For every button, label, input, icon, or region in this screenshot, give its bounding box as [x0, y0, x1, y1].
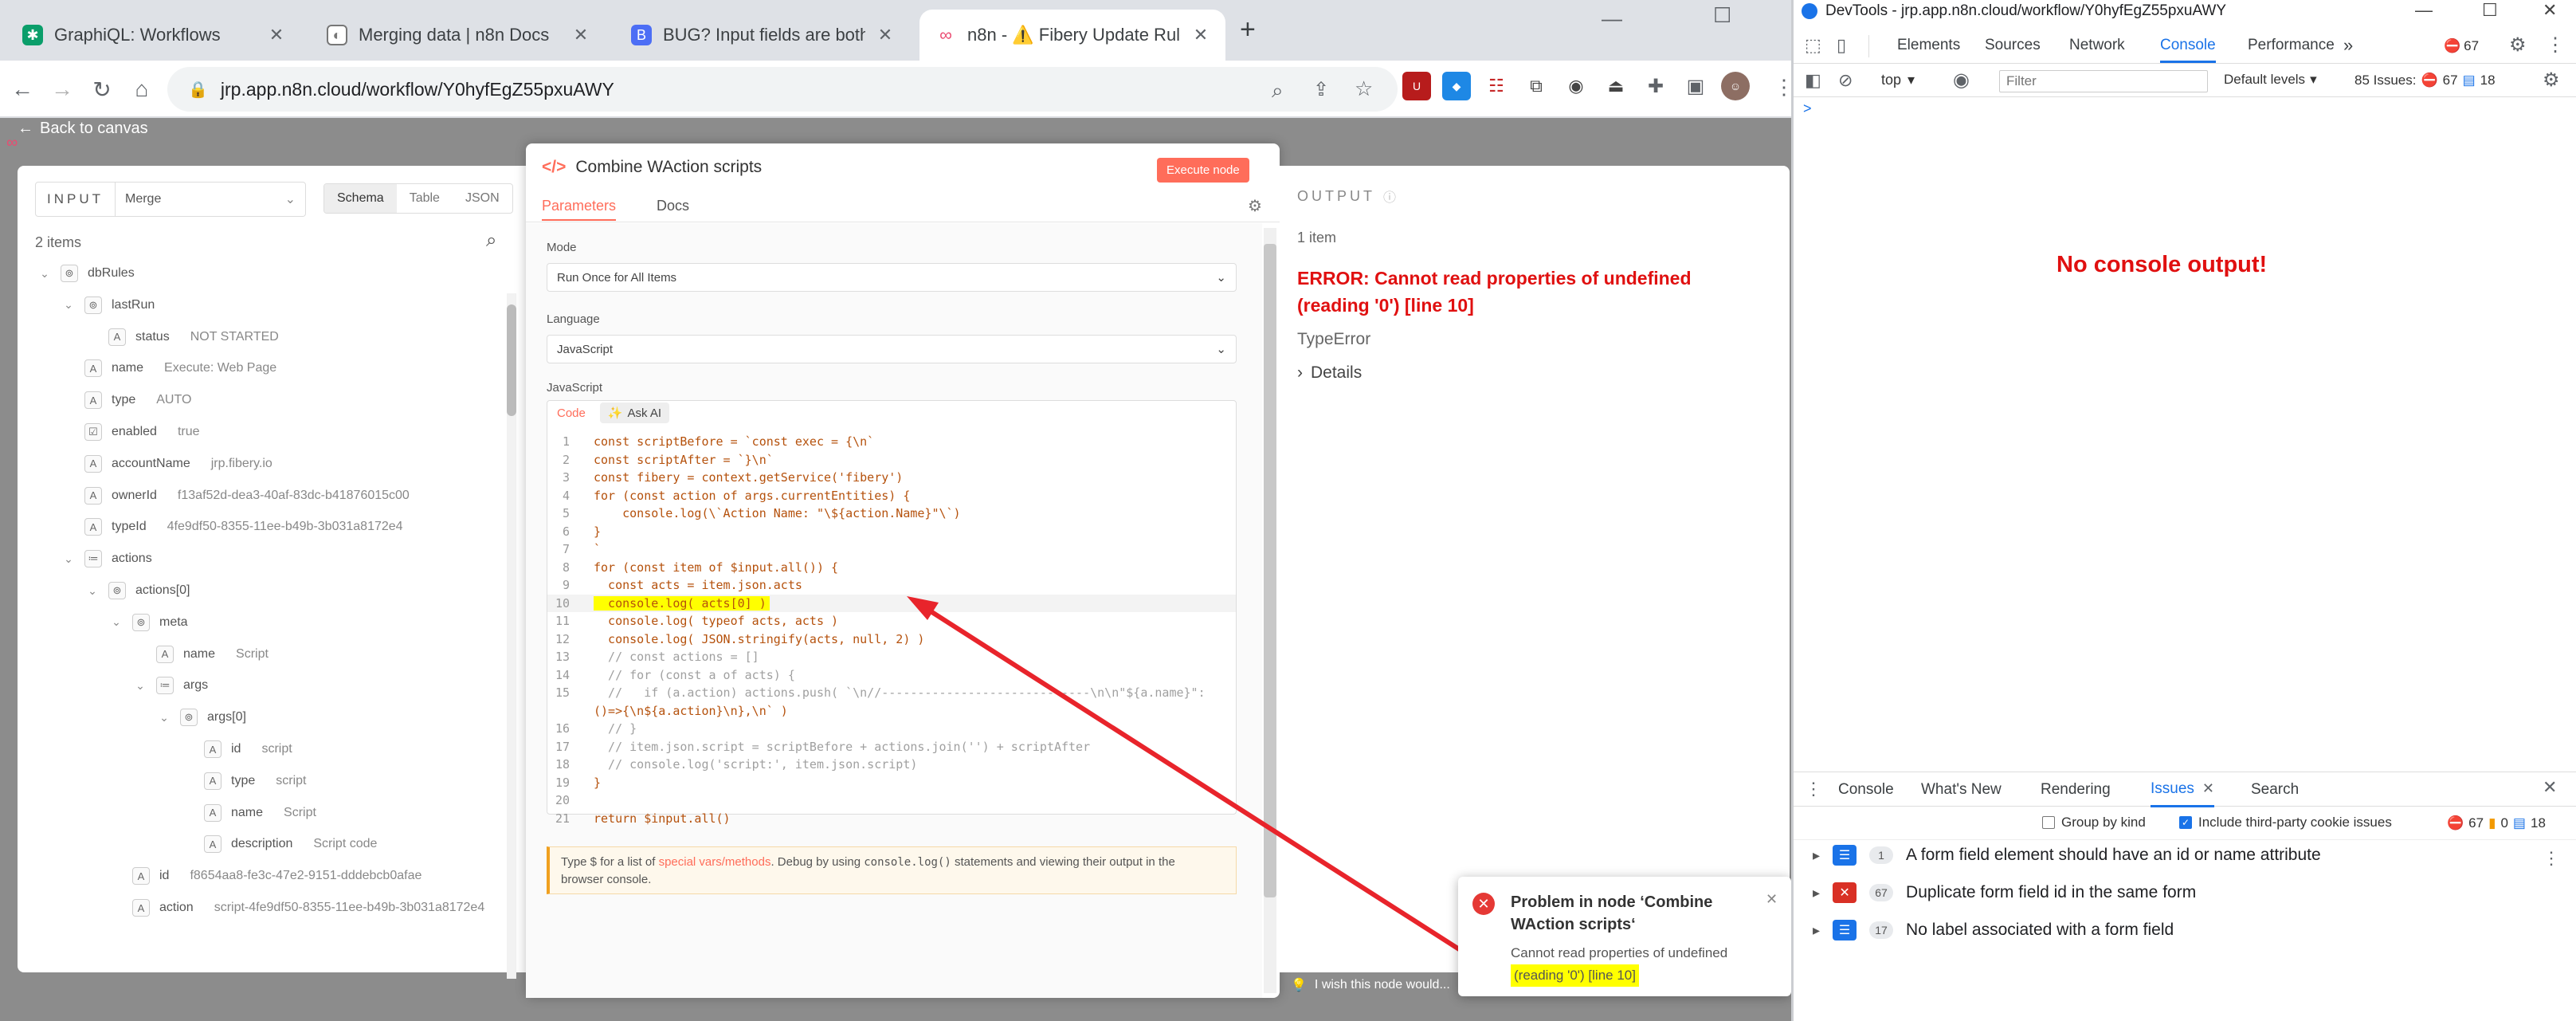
more-tabs-icon[interactable]: »: [2343, 35, 2353, 56]
filter-input[interactable]: [1999, 70, 2208, 92]
clear-console-icon[interactable]: ⊘: [1838, 70, 1853, 91]
devtools-tabbar: ⬚ ▯ Elements Sources Network Console Per…: [1794, 29, 2576, 64]
third-party-cookie-checkbox[interactable]: ✓ Include third-party cookie issues: [2179, 815, 2392, 831]
issues-list: ▸ ☰ 1 A form field element should have an i…: [1794, 845, 2576, 972]
inspect-element-icon[interactable]: ⬚: [1805, 35, 1821, 56]
gear-icon[interactable]: ⚙: [2543, 69, 2560, 92]
close-icon[interactable]: ✕: [2543, 0, 2557, 21]
default-levels-select[interactable]: Default levels ▾: [2224, 72, 2317, 88]
menu-kebab-icon[interactable]: ⋮: [2543, 848, 2560, 869]
issue-text: A form field element should have an id o…: [1906, 846, 2321, 864]
tab-elements[interactable]: Elements: [1897, 37, 1960, 54]
issue-row[interactable]: ▸ ☰ 17 No label associated with a form fiel…: [1813, 920, 2174, 940]
devtools-title-bar: DevTools - jrp.app.n8n.cloud/workflow/Y0…: [1794, 0, 2576, 22]
console-toolbar: ◧ ⊘ top ▾ ◉ Default levels ▾ 85 Issues: …: [1794, 65, 2576, 97]
issue-count: 17: [1869, 921, 1894, 939]
checkmark-icon: ✓: [2179, 816, 2192, 829]
chevron-right-icon[interactable]: ▸: [1813, 922, 1820, 939]
info-icon: ▤: [2462, 73, 2476, 88]
tab-performance[interactable]: Performance: [2248, 37, 2335, 54]
tab-console[interactable]: Console: [2160, 37, 2216, 63]
menu-kebab-icon[interactable]: ⋮: [1805, 779, 1822, 799]
issue-row[interactable]: ▸ ☰ 1 A form field element should have an i…: [1813, 845, 2321, 866]
maximize-icon[interactable]: ☐: [2482, 0, 2498, 21]
minimize-icon[interactable]: —: [2415, 0, 2433, 21]
menu-kebab-icon[interactable]: ⋮: [2546, 33, 2565, 57]
issues-summary[interactable]: 85 Issues: ⛔ 67 ▤ 18: [2354, 73, 2496, 88]
issue-error-icon: ✕: [1833, 882, 1857, 903]
error-icon: ⛔: [2447, 815, 2464, 831]
drawer-tabbar: ⋮ Console What's New Rendering Issues ✕ …: [1794, 772, 2576, 807]
drawer-tab-console[interactable]: Console: [1838, 781, 1894, 799]
context-select[interactable]: top ▾: [1881, 72, 1915, 88]
close-icon[interactable]: ✕: [2202, 780, 2214, 797]
console-prompt[interactable]: >: [1803, 100, 1812, 117]
chevron-right-icon[interactable]: ▸: [1813, 847, 1820, 864]
issue-counts: ⛔ 67 ▮ 0 ▤ 18: [2447, 815, 2546, 831]
warning-icon: ▮: [2488, 815, 2496, 831]
error-circle-icon: ✕: [1472, 893, 1495, 915]
gear-icon[interactable]: ⚙: [2509, 33, 2527, 57]
issues-toolbar: Group by kind ✓ Include third-party cook…: [1794, 808, 2576, 840]
issue-count: 67: [1869, 884, 1894, 901]
drawer-tab-issues[interactable]: Issues ✕: [2151, 772, 2215, 807]
close-drawer-icon[interactable]: ✕: [2543, 777, 2557, 798]
error-counter[interactable]: ⛔ 67: [2444, 38, 2479, 54]
issue-count: 1: [1869, 846, 1894, 864]
sidebar-toggle-icon[interactable]: ◧: [1805, 70, 1821, 91]
annotation-arrow: [907, 596, 1504, 980]
chevron-right-icon[interactable]: ▸: [1813, 885, 1820, 901]
drawer-tab-search[interactable]: Search: [2251, 781, 2299, 799]
chrome-icon: [1802, 3, 1817, 19]
error-toast: ✕ Problem in node ‘Combine WAction scrip…: [1458, 877, 1791, 996]
devtools-window: DevTools - jrp.app.n8n.cloud/workflow/Y0…: [1791, 0, 2576, 1021]
info-icon: ▤: [2512, 815, 2526, 831]
issue-row[interactable]: ▸ ✕ 67 Duplicate form field id in the same …: [1813, 882, 2196, 903]
toast-message: Cannot read properties of undefined (rea…: [1511, 942, 1727, 987]
issue-text: Duplicate form field id in the same form: [1906, 883, 2197, 901]
caret-down-icon: ▾: [1907, 72, 1915, 88]
close-icon[interactable]: ✕: [1766, 891, 1778, 908]
no-console-output: No console output!: [2056, 252, 2268, 277]
issue-info-icon: ☰: [1833, 920, 1857, 940]
drawer-tab-rendering[interactable]: Rendering: [2041, 781, 2111, 799]
issue-text: No label associated with a form field: [1906, 921, 2174, 939]
group-by-kind-checkbox[interactable]: Group by kind: [2042, 815, 2146, 831]
eye-icon[interactable]: ◉: [1953, 69, 1970, 92]
device-toolbar-icon[interactable]: ▯: [1837, 35, 1846, 56]
caret-down-icon: ▾: [2310, 72, 2317, 87]
tab-sources[interactable]: Sources: [1985, 37, 2041, 54]
issue-info-icon: ☰: [1833, 845, 1857, 866]
toast-title: Problem in node ‘Combine WAction scripts…: [1511, 893, 1713, 933]
error-icon: ⛔: [2421, 73, 2438, 88]
error-icon: ⛔: [2444, 38, 2461, 53]
drawer-tab-whats-new[interactable]: What's New: [1921, 781, 2002, 799]
tab-network[interactable]: Network: [2069, 37, 2125, 54]
devtools-title: DevTools - jrp.app.n8n.cloud/workflow/Y0…: [1825, 2, 2227, 19]
